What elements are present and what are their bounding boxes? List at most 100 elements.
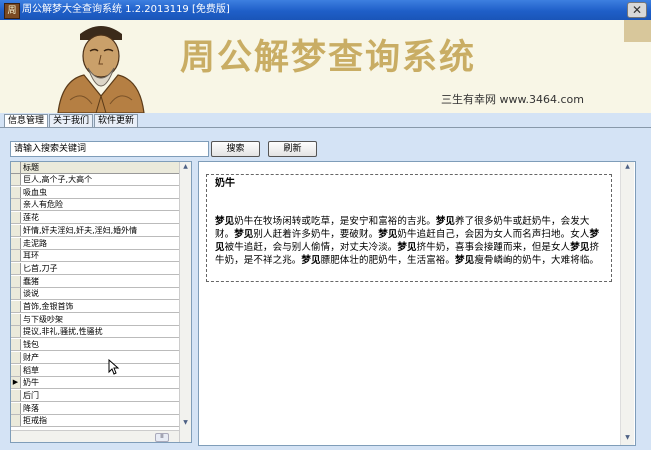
- table-row[interactable]: 提议,非礼,骚扰,性骚扰: [11, 326, 179, 339]
- banner-corner-tab: [624, 20, 651, 42]
- table-row[interactable]: 降落: [11, 402, 179, 415]
- row-indicator-cell: [11, 364, 21, 376]
- table-cell-title: 提议,非礼,骚扰,性骚扰: [23, 327, 103, 337]
- row-indicator-cell: [11, 199, 21, 211]
- grid-header: 标题: [11, 162, 179, 174]
- table-row[interactable]: 稻草: [11, 364, 179, 377]
- tab-info-management[interactable]: 信息管理: [4, 114, 48, 128]
- table-cell-title: 耳环: [23, 251, 39, 261]
- detail-scroll-down-icon[interactable]: ▼: [622, 433, 633, 443]
- row-indicator-cell: [11, 415, 21, 427]
- table-row[interactable]: 吸血虫: [11, 186, 179, 199]
- table-cell-title: 谈说: [23, 289, 39, 299]
- table-row[interactable]: 匕首,刀子: [11, 262, 179, 275]
- title-bar: 周 周公解梦大全查询系统 1.2.2013119 [免费版] ✕: [0, 0, 651, 20]
- row-indicator-cell: [11, 250, 21, 262]
- grid-horizontal-scrollbar[interactable]: Ⅲ: [11, 430, 179, 442]
- detail-segment: 被牛追赶，会与别人偷情，对丈夫冷淡。: [224, 242, 398, 253]
- scroll-thumb-grip-icon[interactable]: Ⅲ: [155, 433, 169, 442]
- row-indicator-cell: [11, 351, 21, 363]
- table-row[interactable]: 莲花: [11, 212, 179, 225]
- row-indicator-cell: [11, 262, 21, 274]
- table-row[interactable]: 拒戒指: [11, 415, 179, 428]
- table-row[interactable]: ▶ 奶牛: [11, 377, 179, 390]
- table-cell-title: 财产: [23, 352, 39, 362]
- table-cell-title: 亲人有危险: [23, 200, 63, 210]
- table-row[interactable]: 谈说: [11, 288, 179, 301]
- row-indicator-cell: [11, 389, 21, 401]
- table-cell-title: 巨人,高个子,大高个: [23, 175, 93, 184]
- table-row[interactable]: 耳环: [11, 250, 179, 263]
- table-cell-title: 降落: [23, 403, 39, 413]
- detail-title: 奶牛: [215, 178, 235, 189]
- table-row[interactable]: 走泥路: [11, 237, 179, 250]
- detail-segment: 奶牛在牧场闲转或吃草，是安宁和富裕的吉兆。: [234, 216, 436, 227]
- mouse-cursor-icon: [108, 359, 120, 375]
- table-row[interactable]: 财产: [11, 351, 179, 364]
- table-row[interactable]: 巨人,高个子,大高个: [11, 174, 179, 186]
- table-cell-title: 稻草: [23, 365, 39, 375]
- scroll-up-icon[interactable]: ▲: [180, 162, 191, 172]
- banner-subtitle: 三生有幸网 www.3464.com: [441, 93, 584, 106]
- row-indicator-cell: [11, 301, 21, 312]
- detail-segment: 瘦骨嶙峋的奶牛，大难将临。: [474, 255, 600, 266]
- close-button[interactable]: ✕: [627, 2, 647, 18]
- table-cell-title: 钱包: [23, 340, 39, 350]
- keyword-dream: 梦见: [570, 242, 590, 253]
- table-row[interactable]: 蠢猪: [11, 275, 179, 288]
- search-input[interactable]: 请输入搜索关键词: [10, 141, 209, 157]
- row-indicator-cell: [11, 326, 21, 338]
- table-cell-title: 拒戒指: [23, 416, 47, 426]
- table-cell-title: 首饰,金银首饰: [23, 302, 74, 311]
- detail-segment: 别人赶着许多奶牛，要破财。: [253, 229, 379, 240]
- table-cell-title: 奶牛: [23, 378, 39, 388]
- table-row[interactable]: 后门: [11, 389, 179, 402]
- row-indicator-cell: [11, 237, 21, 249]
- table-cell-title: 走泥路: [23, 238, 47, 248]
- table-cell-title: 莲花: [23, 213, 39, 223]
- window-title: 周公解梦大全查询系统 1.2.2013119 [免费版]: [22, 4, 230, 15]
- keyword-dream: 梦见: [455, 255, 475, 266]
- table-cell-title: 蠢猪: [23, 276, 39, 286]
- row-indicator-cell: [11, 224, 21, 236]
- keyword-dream: 梦见: [234, 229, 254, 240]
- column-header-title[interactable]: 标题: [23, 162, 39, 173]
- tab-software-update[interactable]: 软件更新: [94, 114, 138, 128]
- detail-text: 梦见奶牛在牧场闲转或吃草，是安宁和富裕的吉兆。梦见养了很多奶牛或赶奶牛，会发大财…: [215, 215, 607, 267]
- sage-portrait-image: [52, 20, 150, 113]
- grid-vertical-scrollbar[interactable]: ▲ ▼: [179, 162, 191, 442]
- row-indicator-cell: [11, 402, 21, 414]
- detail-vertical-scrollbar[interactable]: ▲ ▼: [620, 162, 634, 445]
- app-icon: 周: [4, 3, 20, 19]
- table-row[interactable]: 与下级吵架: [11, 313, 179, 326]
- row-indicator-cell: [11, 275, 21, 287]
- table-row[interactable]: 首饰,金银首饰: [11, 301, 179, 313]
- table-cell-title: 吸血虫: [23, 187, 47, 197]
- refresh-button[interactable]: 刷新: [268, 141, 317, 157]
- row-indicator-cell: [11, 186, 21, 198]
- table-cell-title: 与下级吵架: [23, 314, 63, 324]
- keyword-dream: 梦见: [435, 216, 456, 227]
- table-row[interactable]: 钱包: [11, 339, 179, 352]
- keyword-dream: 梦见: [378, 229, 398, 240]
- detail-scroll-up-icon[interactable]: ▲: [622, 162, 633, 172]
- table-cell-title: 后门: [23, 390, 39, 400]
- row-indicator-cell: [11, 174, 21, 185]
- tab-about-us[interactable]: 关于我们: [49, 114, 93, 128]
- table-row[interactable]: 奸情,奸夫淫妇,奸夫,淫妇,婚外情: [11, 224, 179, 237]
- table-cell-title: 匕首,刀子: [23, 263, 58, 273]
- search-button[interactable]: 搜索: [211, 141, 260, 157]
- table-row[interactable]: 亲人有危险: [11, 199, 179, 212]
- detail-pane: 奶牛 梦见奶牛在牧场闲转或吃草，是安宁和富裕的吉兆。梦见养了很多奶牛或赶奶牛，会…: [198, 161, 636, 446]
- header-indicator-cell: [11, 162, 21, 173]
- scroll-down-icon[interactable]: ▼: [180, 418, 191, 428]
- dream-list-grid[interactable]: 标题 巨人,高个子,大高个 吸血虫亲人有危险莲花 奸情,奸夫淫妇,奸夫,淫妇,婚外情…: [10, 161, 192, 443]
- detail-segment: 膘肥体壮的肥奶牛，生活富裕。: [320, 255, 456, 266]
- row-indicator-cell: [11, 288, 21, 300]
- keyword-dream: 梦见: [397, 242, 417, 253]
- keyword-dream: 梦见: [215, 216, 235, 227]
- tab-strip: 信息管理 关于我们 软件更新: [0, 113, 651, 128]
- banner: 周公解梦查询系统 三生有幸网 www.3464.com: [0, 20, 651, 113]
- detail-card: 奶牛 梦见奶牛在牧场闲转或吃草，是安宁和富裕的吉兆。梦见养了很多奶牛或赶奶牛，会…: [206, 174, 612, 282]
- banner-title: 周公解梦查询系统: [180, 37, 477, 78]
